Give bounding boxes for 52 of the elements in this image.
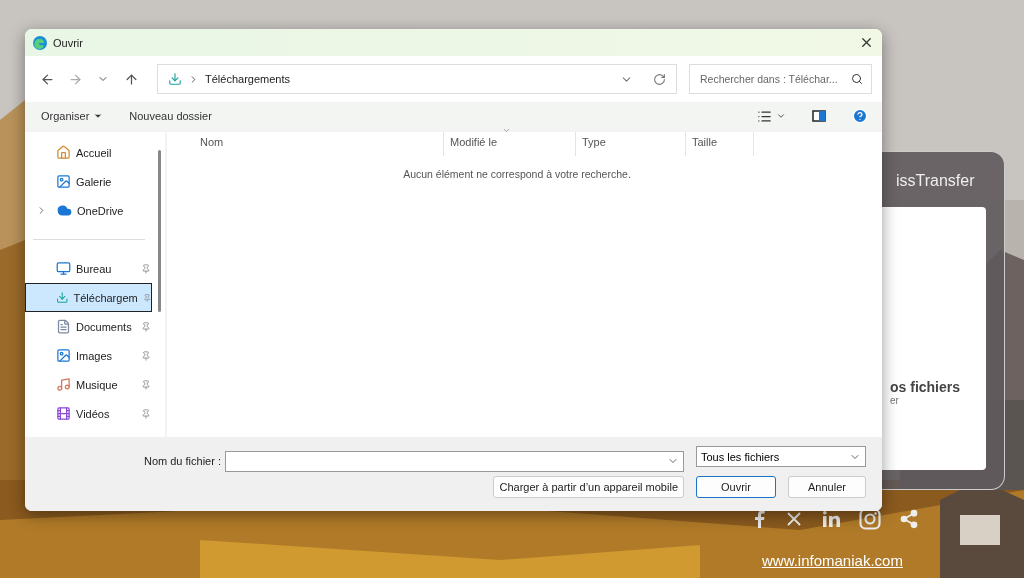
share-icon[interactable]	[899, 509, 919, 529]
caret-icon	[93, 111, 104, 121]
new-folder-button[interactable]: Nouveau dossier	[129, 110, 212, 122]
website-link[interactable]: www.infomaniak.com	[762, 552, 903, 569]
instagram-icon[interactable]	[859, 508, 881, 530]
file-type-dropdown[interactable]: Tous les fichiers	[696, 446, 866, 467]
panel-heading: os fichiers	[890, 379, 962, 395]
browser-logo-icon	[33, 35, 47, 50]
sidebar-item[interactable]: Bureau	[25, 254, 152, 283]
sidebar-item[interactable]: Téléchargem	[25, 283, 152, 312]
cancel-button[interactable]: Annuler	[788, 476, 866, 498]
scrollbar[interactable]	[158, 150, 161, 312]
close-icon[interactable]	[859, 35, 874, 50]
download-icon	[168, 72, 182, 86]
linkedin-icon[interactable]	[823, 511, 841, 527]
monitor-icon	[56, 261, 71, 276]
sidebar-item[interactable]: OneDrive	[25, 196, 152, 225]
search-icon	[851, 73, 863, 85]
picture-icon	[56, 174, 71, 189]
filename-label: Nom du fichier :	[143, 455, 221, 467]
address-bar[interactable]: Téléchargements	[157, 64, 677, 94]
download-icon	[56, 290, 69, 305]
mobile-upload-button[interactable]: Charger à partir d’un appareil mobile	[493, 476, 684, 498]
panel-subtext: er	[890, 395, 900, 406]
open-button[interactable]: Ouvrir	[696, 476, 776, 498]
facebook-icon[interactable]	[755, 510, 765, 528]
sidebar-item[interactable]: Images	[25, 341, 152, 370]
sidebar-item[interactable]: Accueil	[25, 138, 152, 167]
column-header[interactable]: Nom	[194, 132, 444, 156]
view-menu-icon[interactable]	[757, 108, 786, 124]
preview-pane-icon[interactable]	[812, 110, 826, 122]
column-header[interactable]: Type	[576, 132, 686, 156]
home-icon	[56, 145, 71, 160]
card-title: issTransfer	[896, 172, 976, 190]
column-header[interactable]: Modifié le	[444, 132, 576, 156]
search-field[interactable]: Rechercher dans : Téléchar...	[689, 64, 872, 94]
picture-icon	[56, 348, 71, 363]
organize-button[interactable]: Organiser	[41, 110, 104, 122]
empty-message: Aucun élément ne correspond à votre recherche.	[403, 168, 631, 180]
music-icon	[56, 377, 71, 392]
sidebar-item[interactable]: Documents	[25, 312, 152, 341]
column-header[interactable]: Taille	[686, 132, 754, 156]
cloud-icon	[57, 203, 72, 218]
window-title: Ouvrir	[53, 36, 84, 49]
sidebar-item[interactable]: Galerie	[25, 167, 152, 196]
help-icon[interactable]	[852, 108, 868, 124]
film-icon	[56, 406, 71, 421]
refresh-icon[interactable]	[653, 72, 666, 86]
document-icon	[56, 319, 71, 334]
sidebar-item[interactable]: Musique	[25, 370, 152, 399]
sidebar-item[interactable]: Vidéos	[25, 399, 152, 428]
filename-field[interactable]	[225, 450, 684, 472]
